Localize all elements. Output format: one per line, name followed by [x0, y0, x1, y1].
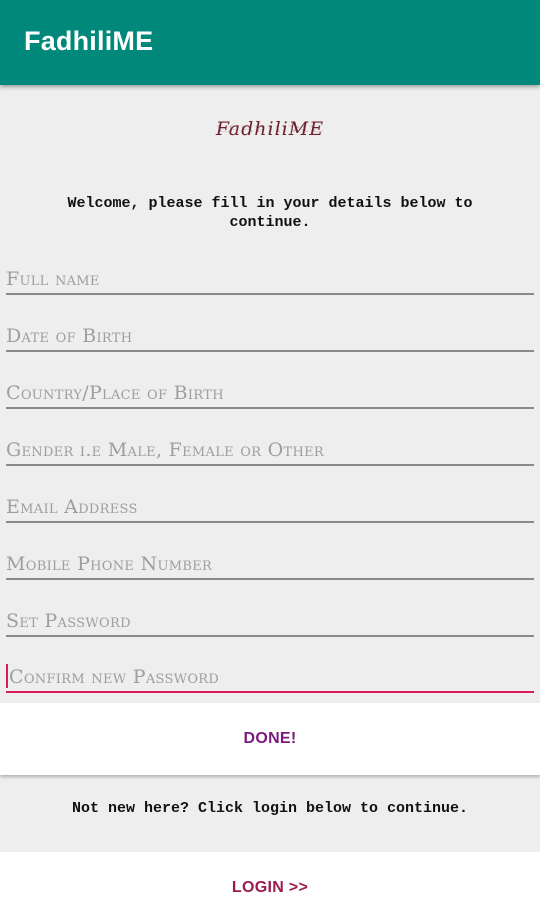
gender-field[interactable]: Gender i.e Male, Female or Other	[6, 426, 534, 466]
full-name-placeholder: Full name	[6, 268, 100, 290]
confirm-password-field[interactable]: Confirm new Password	[6, 653, 534, 693]
email-placeholder: Email Address	[6, 496, 138, 518]
field-underline	[6, 350, 534, 352]
email-field[interactable]: Email Address	[6, 483, 534, 523]
set-password-field[interactable]: Set Password	[6, 597, 534, 637]
field-underline	[6, 521, 534, 523]
date-of-birth-placeholder: Date of Birth	[6, 325, 133, 347]
field-underline	[6, 635, 534, 637]
logo-reflection: FadhiliME	[215, 123, 325, 133]
field-underline	[6, 464, 534, 466]
gender-placeholder: Gender i.e Male, Female or Other	[6, 439, 325, 461]
set-password-placeholder: Set Password	[6, 610, 131, 632]
login-button[interactable]: LOGIN >>	[0, 852, 540, 923]
app-title: FadhiliME	[24, 26, 154, 56]
login-button-container: LOGIN >>	[0, 852, 540, 923]
login-prompt: Not new here? Click login below to conti…	[71, 800, 469, 817]
field-underline	[6, 578, 534, 580]
mobile-phone-field[interactable]: Mobile Phone Number	[6, 540, 534, 580]
app-bar: FadhiliME	[0, 0, 540, 85]
country-of-birth-field[interactable]: Country/Place of Birth	[6, 369, 534, 409]
text-cursor	[6, 664, 8, 688]
field-underline	[6, 293, 534, 295]
logo-text: FadhiliME FadhiliME	[216, 118, 324, 140]
done-button-container: DONE!	[0, 703, 540, 775]
full-name-field[interactable]: Full name	[6, 255, 534, 295]
field-underline	[6, 407, 534, 409]
done-button[interactable]: DONE!	[0, 703, 540, 775]
field-underline-focused	[6, 690, 534, 693]
logo: FadhiliME FadhiliME	[0, 118, 540, 140]
country-of-birth-placeholder: Country/Place of Birth	[6, 382, 224, 404]
welcome-message: Welcome, please fill in your details bel…	[67, 195, 473, 231]
mobile-phone-placeholder: Mobile Phone Number	[6, 553, 213, 575]
date-of-birth-field[interactable]: Date of Birth	[6, 312, 534, 352]
confirm-password-placeholder: Confirm new Password	[9, 666, 220, 688]
